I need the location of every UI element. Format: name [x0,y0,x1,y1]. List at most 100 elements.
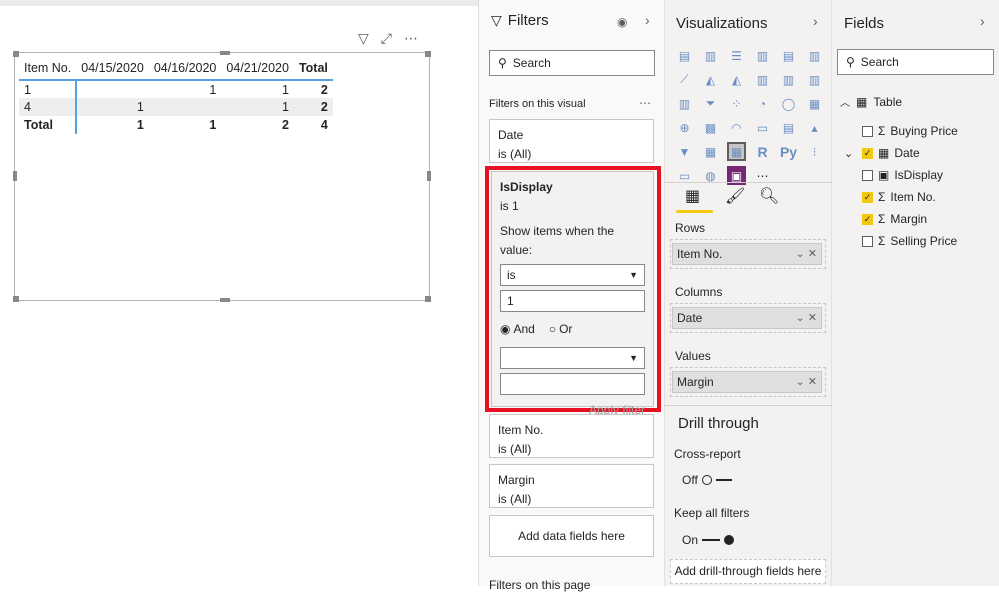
map-visual-icon[interactable]: ⊕ [675,118,694,137]
card-visual-icon[interactable]: ▭ [753,118,772,137]
ribbon-visual-icon[interactable]: ▥ [805,70,824,89]
filter-card-margin[interactable]: Margin is (All) [489,464,654,508]
resize-handle[interactable] [425,51,431,57]
key-influencers-visual-icon[interactable]: ⁝ [805,142,824,161]
format-paint-roller-icon[interactable]: 🖌︎ [725,186,745,206]
value-input[interactable]: 1 [500,290,645,312]
value-input-2[interactable] [500,373,645,395]
field-checkbox[interactable] [862,235,873,247]
matrix-visual-icon[interactable]: ▦ [727,142,746,161]
field-item[interactable]: ✓ Σ Item No. [862,190,936,204]
resize-handle[interactable] [427,171,431,181]
kpi-visual-icon[interactable]: ▴ [805,118,824,137]
row-header: 4 [19,98,78,116]
resize-handle[interactable] [425,296,431,302]
and-radio[interactable]: ◉ And [500,320,535,339]
multi-row-card-visual-icon[interactable]: ▤ [779,118,798,137]
chevron-close-icons[interactable]: ⌄ ✕ [796,247,818,260]
resize-handle[interactable] [13,171,17,181]
filter-icon: ▽ [491,12,502,28]
keep-filters-toggle[interactable]: On [682,533,735,547]
stacked-area-visual-icon[interactable]: ◭ [727,70,746,89]
toggle-state: On [682,533,699,547]
treemap-visual-icon[interactable]: ▦ [805,94,824,113]
line-visual-icon[interactable]: ⟋ [675,70,694,89]
column-header[interactable]: 04/16/2020 [148,57,222,81]
field-checkbox[interactable] [862,125,873,137]
resize-handle[interactable] [220,298,230,302]
columns-field-pill[interactable]: Date ⌄ ✕ [672,307,822,329]
collapse-chevron-icon[interactable]: › [980,13,985,29]
collapse-chevron-icon[interactable]: › [813,13,818,29]
area-visual-icon[interactable]: ◭ [701,70,720,89]
rows-field-pill[interactable]: Item No. ⌄ ✕ [672,243,822,265]
stacked-bar-visual-icon[interactable]: ▤ [675,46,694,65]
condition-dropdown-2[interactable]: ▼ [500,347,645,369]
cell: 1 [76,98,149,116]
resize-handle[interactable] [220,51,230,55]
cross-report-toggle[interactable]: Off [682,473,732,487]
field-checkbox[interactable] [862,169,873,181]
waterfall-visual-icon[interactable]: ▥ [675,94,694,113]
python-visual-icon[interactable]: Py [779,142,798,161]
search-icon: ⚲ [498,56,507,70]
filled-map-visual-icon[interactable]: ▩ [701,118,720,137]
pie-visual-icon[interactable]: ◔ [753,94,772,113]
filter-card-date[interactable]: Date is (All) [489,119,654,163]
condition-dropdown[interactable]: is ▼ [500,264,645,286]
field-checkbox[interactable]: ✓ [862,213,873,225]
field-item[interactable]: Σ Selling Price [862,234,957,248]
show-items-label: Show items when the value: [500,224,615,257]
eye-icon[interactable]: ◉ [617,15,627,29]
clustered-column-visual-icon[interactable]: ▥ [753,46,772,65]
clustered-bar-visual-icon[interactable]: ☰ [727,46,746,65]
divider [665,405,832,406]
values-field-pill[interactable]: Margin ⌄ ✕ [672,371,822,393]
field-item[interactable]: ⌄ ✓ ▦ Date [844,146,920,160]
field-item[interactable]: ▣ IsDisplay [862,168,943,182]
scatter-visual-icon[interactable]: ⁘ [727,94,746,113]
dropdown-value: is [507,267,516,282]
focus-mode-icon[interactable]: ⤢ [381,30,392,47]
expand-caret-icon[interactable]: ⌄ [844,147,853,160]
divider [665,182,832,183]
gauge-visual-icon[interactable]: ◠ [727,118,746,137]
fields-search-input[interactable]: ⚲ Search [837,49,994,75]
filter-icon[interactable]: ▽ [358,30,369,47]
filter-card-isdisplay[interactable]: IsDisplay is 1 Show items when the value… [491,171,654,417]
filter-card-item-no[interactable]: Item No. is (All) [489,414,654,458]
line-column-visual-icon[interactable]: ▥ [753,70,772,89]
more-options-icon[interactable]: ⋯ [404,30,418,47]
stacked-column-visual-icon[interactable]: ▥ [701,46,720,65]
100-bar-visual-icon[interactable]: ▤ [779,46,798,65]
collapse-chevron-icon[interactable]: › [645,12,650,28]
resize-handle[interactable] [13,296,19,302]
filters-search-input[interactable]: ⚲ Search [489,50,655,76]
column-header[interactable]: 04/21/2020 [221,57,294,81]
column-header[interactable]: Total [293,57,333,81]
more-options-icon[interactable]: ⋯ [639,96,651,110]
100-column-visual-icon[interactable]: ▥ [805,46,824,65]
add-drill-through-well[interactable]: Add drill-through fields here [670,559,826,584]
table-node[interactable]: ︿ ▦ Table [840,94,902,110]
column-header[interactable]: 04/15/2020 [76,57,149,81]
chevron-close-icons[interactable]: ⌄ ✕ [796,375,818,388]
slicer-visual-icon[interactable]: ▼ [675,142,694,161]
field-checkbox[interactable]: ✓ [862,191,873,203]
donut-visual-icon[interactable]: ◯ [779,94,798,113]
analytics-magnifier-icon[interactable]: 🔍︎ [759,186,779,206]
field-checkbox[interactable]: ✓ [862,147,873,159]
column-header[interactable]: Item No. [19,57,77,81]
r-script-visual-icon[interactable]: R [753,142,772,161]
chevron-close-icons[interactable]: ⌄ ✕ [796,311,818,324]
or-radio[interactable]: ○ Or [549,320,573,339]
add-data-fields-well[interactable]: Add data fields here [489,515,654,557]
fields-tab-icon[interactable]: ▦ [685,186,700,206]
table-visual-icon[interactable]: ▦ [701,142,720,161]
values-label: Values [675,349,711,363]
table-visual[interactable]: Item No. 04/15/2020 04/16/2020 04/21/202… [13,51,431,302]
field-item[interactable]: Σ Buying Price [862,124,958,138]
funnel-visual-icon[interactable]: ⏷ [701,94,720,113]
field-item[interactable]: ✓ Σ Margin [862,212,927,226]
line-clustered-column-visual-icon[interactable]: ▥ [779,70,798,89]
